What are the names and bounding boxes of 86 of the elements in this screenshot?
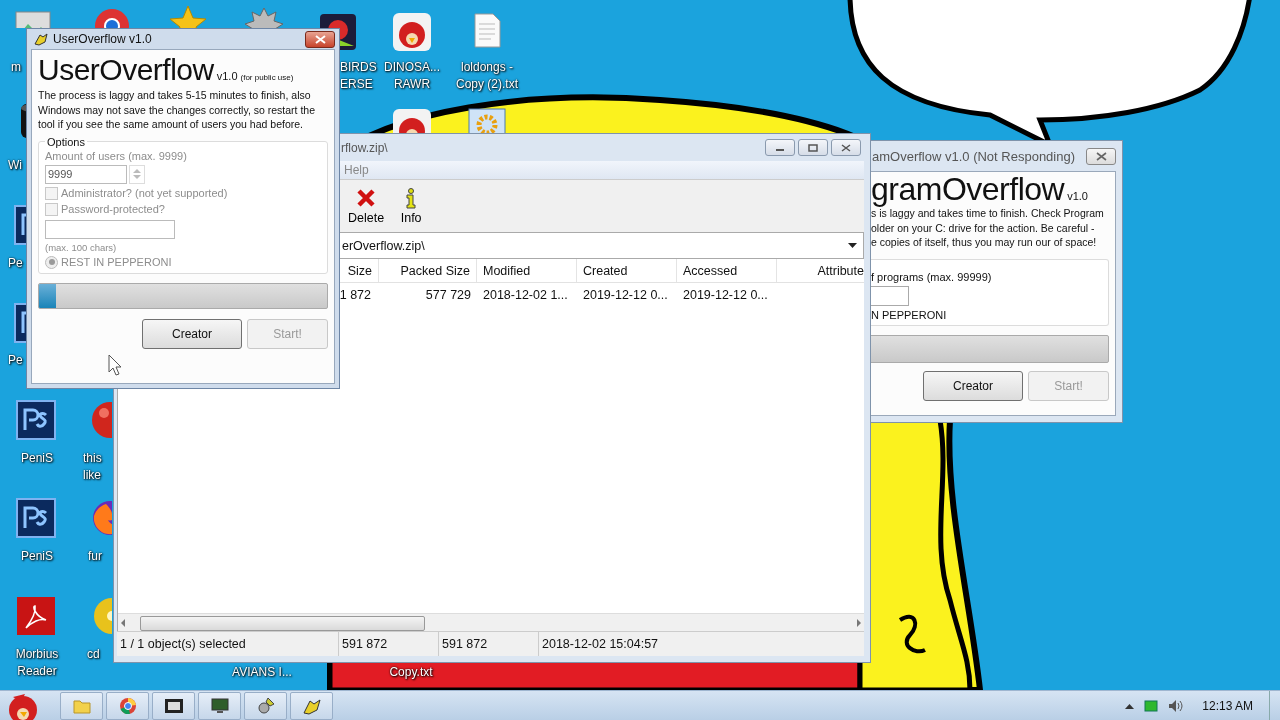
description-line: e copies of itself, thus you may run our of space! bbox=[871, 235, 1098, 250]
creator-button[interactable]: Creator bbox=[142, 318, 242, 349]
taskbar-button[interactable] bbox=[290, 691, 333, 720]
close-button[interactable] bbox=[831, 139, 861, 156]
status-text: 591 872 bbox=[338, 632, 438, 656]
version-label: v1.0 bbox=[1067, 190, 1088, 202]
close-button[interactable] bbox=[1086, 147, 1116, 165]
pdf-icon[interactable] bbox=[16, 596, 56, 636]
browser-icon bbox=[117, 695, 138, 716]
app-icon bbox=[33, 31, 49, 47]
icon-label[interactable]: BIRDS ERSE bbox=[340, 59, 377, 93]
menu-item[interactable]: Help bbox=[344, 163, 369, 177]
app-heading: UserOverflow bbox=[38, 54, 214, 86]
window-title: amOverflow v1.0 (Not Responding) bbox=[872, 148, 1076, 164]
maximize-icon bbox=[808, 143, 818, 152]
icon-label[interactable]: Morbius Reader bbox=[0, 646, 74, 680]
table-cell-text: 2018-12-02 1... bbox=[482, 287, 569, 302]
icon-label[interactable]: AVIANS I... bbox=[212, 664, 312, 681]
app-icon[interactable] bbox=[16, 400, 56, 440]
close-icon bbox=[841, 143, 851, 152]
icon-label[interactable]: DINOSA... RAWR bbox=[382, 59, 442, 93]
icon-label[interactable]: loldongs - Copy (2).txt bbox=[442, 59, 532, 93]
description-line: older on your C: drive for the action. Be careful - bbox=[871, 220, 1096, 235]
gear-icon[interactable] bbox=[467, 105, 507, 133]
taskbar-button[interactable] bbox=[198, 691, 241, 720]
show-hidden-icon[interactable] bbox=[1125, 702, 1135, 709]
cross-icon bbox=[355, 187, 378, 209]
description-text: The process is laggy and takes 5-15 minutes to finish, also Windows may not save the changes correctly, so restart the tool if you see the same amount of users you had before. bbox=[38, 88, 316, 132]
monitor-icon bbox=[209, 695, 230, 716]
note-text: (for public use) bbox=[240, 73, 294, 82]
icon-label[interactable]: PeniS bbox=[0, 450, 74, 467]
battery-icon[interactable] bbox=[1144, 698, 1159, 713]
up-icon bbox=[133, 168, 141, 173]
cursor-icon bbox=[108, 354, 122, 376]
close-button[interactable] bbox=[305, 30, 335, 48]
group-title: Options bbox=[46, 135, 86, 148]
icon-label[interactable]: PeniS bbox=[0, 548, 74, 565]
bird-icon[interactable] bbox=[392, 108, 432, 133]
tools-icon bbox=[255, 695, 276, 716]
toolbar-button[interactable]: Info bbox=[396, 187, 427, 225]
column-header[interactable]: Attribute bbox=[777, 259, 864, 282]
speaker-icon[interactable] bbox=[1168, 698, 1185, 713]
icon-label[interactable]: m bbox=[11, 59, 21, 76]
minimize-button[interactable] bbox=[765, 139, 795, 156]
amount-label: f programs (max. 99999) bbox=[871, 270, 993, 283]
description-line: s is laggy and takes time to finish. Check Program bbox=[871, 207, 1105, 221]
table-cell-text: 577 729 bbox=[424, 287, 472, 302]
close-icon bbox=[314, 34, 326, 44]
toolbar-button[interactable]: Delete bbox=[344, 187, 389, 225]
icon-label[interactable]: Pe bbox=[8, 255, 23, 272]
star-icon[interactable] bbox=[168, 4, 208, 28]
column-header[interactable]: Created bbox=[577, 259, 677, 282]
column-header[interactable]: Size bbox=[341, 259, 379, 282]
icon-label[interactable]: this like bbox=[83, 450, 102, 484]
scrollbar[interactable] bbox=[118, 613, 864, 631]
icon-label[interactable]: Copy.txt bbox=[361, 664, 461, 681]
radio-label: N PEPPERONI bbox=[871, 308, 948, 321]
table-cell-text: 2019-12-12 0... bbox=[582, 287, 669, 302]
app-icon[interactable] bbox=[16, 498, 56, 538]
icon-label[interactable]: Pe bbox=[8, 352, 23, 369]
icon-label[interactable]: Wi bbox=[8, 157, 22, 174]
table-cell-text: 1 872 bbox=[338, 287, 372, 302]
status-text: 2018-12-02 15:04:57 bbox=[538, 632, 679, 656]
maximize-button[interactable] bbox=[798, 139, 828, 156]
version-label: v1.0 bbox=[216, 70, 238, 82]
column-header[interactable]: Accessed bbox=[677, 259, 777, 282]
hint-text: (max. 100 chars) bbox=[45, 241, 118, 253]
clock[interactable]: 12:13 AM bbox=[1202, 698, 1253, 713]
window-title: UserOverflow v1.0 bbox=[53, 32, 152, 46]
taskbar-button[interactable] bbox=[152, 691, 195, 720]
close-icon bbox=[1095, 151, 1107, 161]
icon-label[interactable]: cd bbox=[87, 646, 100, 663]
table-cell-text: 2019-12-12 0... bbox=[682, 287, 769, 302]
window-title: rflow.zip\ bbox=[341, 140, 388, 155]
status-text: 1 / 1 object(s) selected bbox=[119, 636, 247, 653]
amount-label: Amount of users (max. 9999) bbox=[45, 149, 188, 162]
status-text: 591 872 bbox=[438, 632, 538, 656]
icon-label[interactable]: fur bbox=[88, 548, 102, 565]
creator-button[interactable]: Creator bbox=[923, 370, 1023, 401]
scroll-thumb[interactable] bbox=[140, 616, 425, 631]
app-heading: gramOverflow bbox=[871, 172, 1065, 206]
column-header[interactable]: Modified bbox=[477, 259, 577, 282]
bird-icon[interactable] bbox=[392, 12, 432, 52]
amount-field[interactable] bbox=[871, 285, 909, 306]
dropdown-icon bbox=[848, 242, 857, 249]
column-header[interactable]: Packed Size bbox=[379, 259, 477, 282]
